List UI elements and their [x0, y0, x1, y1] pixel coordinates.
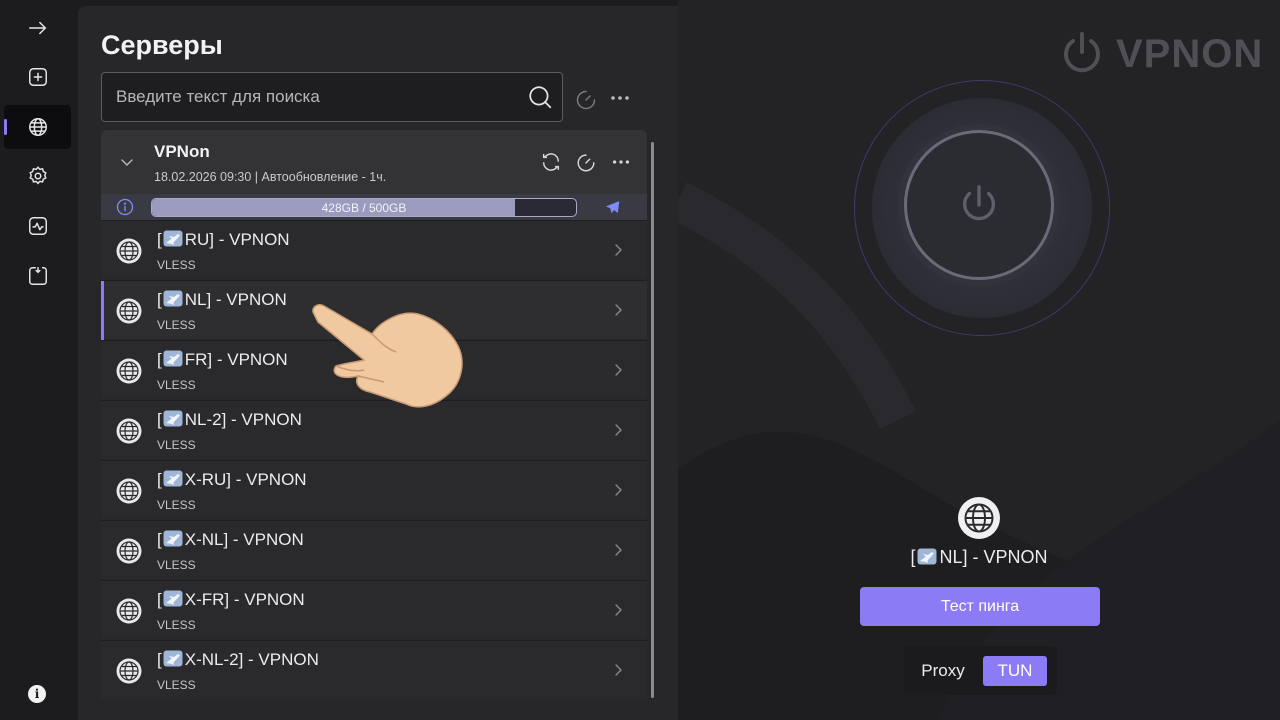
plane-emoji-icon: [163, 290, 183, 307]
server-name: [NL-2] - VPNON: [157, 410, 302, 429]
server-globe-icon: [116, 418, 142, 444]
page-title: Серверы: [101, 30, 223, 60]
current-server-name: [NL] - VPNON: [910, 547, 1048, 567]
info-icon[interactable]: [116, 198, 134, 216]
plane-emoji-icon: [163, 230, 183, 247]
plane-emoji-icon: [163, 590, 183, 607]
mode-proxy-option[interactable]: Proxy: [912, 656, 974, 686]
scrollbar[interactable]: [651, 142, 654, 698]
server-list: VPNon 18.02.2026 09:30 | Автообновление …: [101, 130, 647, 700]
more-options-icon[interactable]: [608, 86, 632, 110]
server-protocol: VLESS: [157, 438, 196, 452]
server-protocol: VLESS: [157, 558, 196, 572]
search-input[interactable]: [116, 73, 516, 121]
plane-emoji-icon: [163, 410, 183, 427]
ping-test-button[interactable]: Тест пинга: [860, 587, 1100, 626]
server-globe-icon: [116, 238, 142, 264]
server-globe-icon: [116, 658, 142, 684]
server-name: [RU] - VPNON: [157, 230, 290, 249]
search-icon[interactable]: [527, 84, 553, 110]
plane-emoji-icon: [163, 350, 183, 367]
globe-icon: [28, 118, 47, 136]
server-protocol: VLESS: [157, 498, 196, 512]
server-protocol: VLESS: [157, 678, 196, 692]
server-row[interactable]: [X-RU] - VPNON VLESS: [101, 460, 647, 519]
chevron-right-icon[interactable]: [611, 603, 625, 617]
refresh-icon[interactable]: [540, 151, 562, 173]
server-protocol: VLESS: [157, 258, 196, 272]
chevron-right-icon[interactable]: [611, 363, 625, 377]
server-protocol: VLESS: [157, 318, 196, 332]
mode-toggle: Proxy TUN: [904, 646, 1057, 695]
status-area: VPNON [NL] - VPNON Тест пинга Proxy TUN: [678, 0, 1280, 720]
server-row[interactable]: [X-FR] - VPNON VLESS: [101, 580, 647, 639]
brand-logo: VPNON: [1058, 30, 1263, 78]
server-name: [X-RU] - VPNON: [157, 470, 307, 489]
chevron-down-icon[interactable]: [119, 154, 135, 170]
server-name: [FR] - VPNON: [157, 350, 288, 369]
arrow-right-icon: [28, 21, 46, 35]
logo-text: VPNON: [1116, 31, 1264, 76]
server-protocol: VLESS: [157, 378, 196, 392]
activity-icon: [28, 217, 47, 235]
group-more-icon[interactable]: [610, 151, 632, 173]
nav-log-button[interactable]: [4, 254, 71, 298]
connect-power-button[interactable]: [904, 130, 1054, 280]
quota-text: 428GB / 500GB: [321, 200, 407, 215]
power-icon: [962, 185, 996, 221]
chevron-right-icon[interactable]: [611, 543, 625, 557]
mode-tun-option[interactable]: TUN: [983, 656, 1047, 686]
server-row[interactable]: [X-NL-2] - VPNON VLESS: [101, 640, 647, 699]
server-globe-icon: [116, 358, 142, 384]
quota-row: 428GB / 500GB: [101, 194, 647, 220]
nav-add-profile-button[interactable]: [4, 55, 71, 99]
telegram-icon[interactable]: [604, 199, 621, 216]
chevron-right-icon[interactable]: [611, 663, 625, 677]
server-name: [X-NL] - VPNON: [157, 530, 304, 549]
log-icon: [28, 267, 47, 285]
pointer-hand-icon: [312, 303, 463, 408]
search-box: [101, 72, 563, 122]
nav-rail: i: [0, 0, 76, 720]
power-logo-icon: [1064, 32, 1100, 73]
about-icon[interactable]: i: [28, 685, 46, 703]
server-name: [NL] - VPNON: [157, 290, 287, 309]
server-globe-icon: [116, 598, 142, 624]
plus-square-icon: [28, 68, 47, 86]
plane-emoji-icon: [163, 650, 183, 667]
group-header[interactable]: VPNon 18.02.2026 09:30 | Автообновление …: [101, 130, 647, 220]
server-protocol: VLESS: [157, 618, 196, 632]
nav-servers-button[interactable]: [4, 105, 71, 149]
nav-settings-button[interactable]: [4, 154, 71, 198]
server-globe-icon: [116, 538, 142, 564]
server-name: [X-NL-2] - VPNON: [157, 650, 319, 669]
chevron-right-icon[interactable]: [611, 303, 625, 317]
nav-monitor-button[interactable]: [4, 204, 71, 248]
server-globe-icon: [116, 298, 142, 324]
server-globe-icon: [116, 478, 142, 504]
chevron-right-icon[interactable]: [611, 243, 625, 257]
group-speedtest-icon[interactable]: [575, 151, 597, 173]
current-server-globe-icon: [958, 497, 1000, 539]
plane-emoji-icon: [163, 530, 183, 547]
plane-emoji-icon: [917, 548, 937, 565]
group-meta: 18.02.2026 09:30 | Автообновление - 1ч.: [154, 170, 387, 184]
gear-icon: [28, 166, 47, 185]
speedtest-all-icon[interactable]: [574, 87, 598, 111]
server-row[interactable]: [X-NL] - VPNON VLESS: [101, 520, 647, 579]
quota-progress-bar: 428GB / 500GB: [151, 198, 577, 217]
server-row[interactable]: [RU] - VPNON VLESS: [101, 220, 647, 279]
server-name: [X-FR] - VPNON: [157, 590, 305, 609]
chevron-right-icon[interactable]: [611, 483, 625, 497]
chevron-right-icon[interactable]: [611, 423, 625, 437]
nav-connect-button[interactable]: [4, 6, 71, 50]
group-name: VPNon: [154, 142, 210, 161]
plane-emoji-icon: [163, 470, 183, 487]
